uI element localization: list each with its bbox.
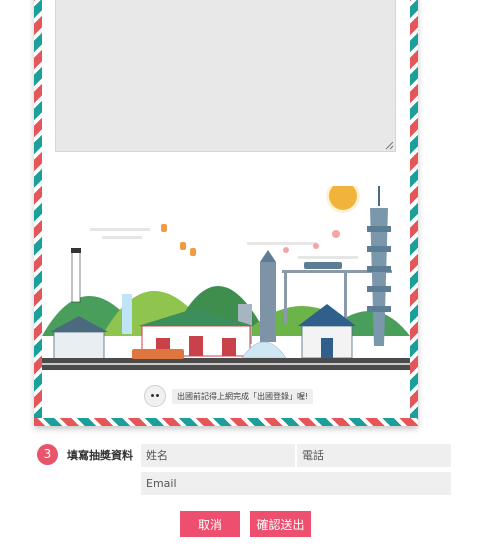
message-textarea[interactable] bbox=[55, 0, 396, 152]
airmail-border-left bbox=[34, 0, 42, 426]
phone-input[interactable] bbox=[297, 444, 451, 467]
airmail-envelope: 出國前記得上網完成「出國登錄」喔! bbox=[34, 0, 418, 426]
email-input[interactable] bbox=[141, 472, 451, 495]
airmail-border-right bbox=[410, 0, 418, 426]
taiwan-landmarks-illustration bbox=[42, 186, 410, 370]
reminder-text: 出國前記得上網完成「出國登錄」喔! bbox=[172, 388, 314, 404]
resize-handle-icon[interactable] bbox=[385, 141, 394, 150]
step-label: 填寫抽獎資料 bbox=[67, 449, 133, 462]
cancel-button[interactable]: 取消 bbox=[180, 511, 240, 537]
step-number-badge: 3 bbox=[37, 444, 58, 465]
submit-button[interactable]: 確認送出 bbox=[250, 511, 311, 537]
mascot-avatar-icon bbox=[144, 385, 166, 407]
registration-reminder: 出國前記得上網完成「出國登錄」喔! bbox=[144, 385, 314, 407]
name-input[interactable] bbox=[141, 444, 295, 467]
airmail-border-bottom bbox=[34, 418, 418, 426]
